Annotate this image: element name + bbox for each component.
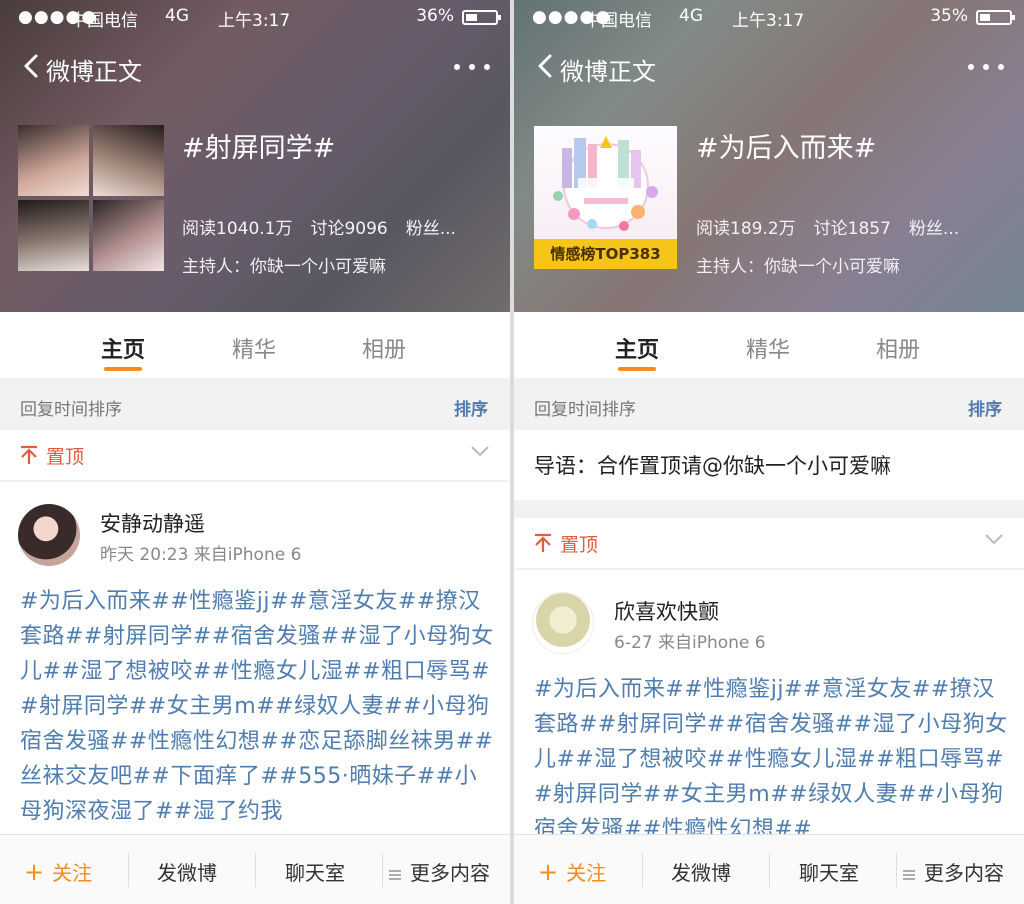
nav-title[interactable]: 微博正文 [46,52,142,87]
post-author[interactable]: 安静动静遥 [100,508,205,538]
status-bar: ●●●●● 中国电信 4G 上午3:17 36% [0,0,510,34]
clock: 上午3:17 [218,11,291,31]
back-icon[interactable] [18,52,46,80]
topic-header: ●●●●● 中国电信 4G 上午3:17 36% 微博正文 #射屏同学# 阅读1… [0,0,510,312]
tab-bar: 主页 精华 相册 [0,312,510,378]
topic-host[interactable]: 主持人：你缺一个小可爱嘛 [182,252,386,277]
guide-row: 导语：合作置顶请@你缺一个小可爱嘛 [514,430,1024,500]
sort-button[interactable]: 排序 [454,395,488,420]
topic-title: #为后入而来# [696,133,877,164]
fan-count: 粉丝... [908,219,960,239]
pinned-label: 置顶 [46,446,85,468]
chevron-down-icon[interactable] [470,444,490,458]
topic-cover-image: 情感榜TOP383 [534,126,677,269]
follow-button[interactable]: + 关注 [24,857,92,886]
post-meta: 6-27 来自iPhone 6 [614,633,766,653]
pinned-label: 置顶 [560,534,599,556]
tab-album[interactable]: 相册 [362,332,406,364]
active-tab-indicator [618,367,656,371]
more-options-icon[interactable] [454,64,490,72]
network-label: 4G [165,6,189,26]
read-count: 阅读1040.1万 [182,219,293,239]
pinned-header[interactable]: 置顶 [514,518,1024,568]
tab-home[interactable]: 主页 [615,332,659,364]
post-text[interactable]: #为后入而来##性瘾鉴jj##意淫女友##撩汉套路##射屏同学##宿舍发骚##湿… [20,584,494,829]
topic-host[interactable]: 主持人：你缺一个小可爱嘛 [696,252,900,277]
cover-photo [18,125,89,196]
nav-bar: 微博正文 [0,42,510,92]
follow-button[interactable]: + 关注 [538,857,606,886]
status-bar: ●●●●● 中国电信 4G 上午3:17 35% [514,0,1024,34]
topic-header: ●●●●● 中国电信 4G 上午3:17 35% 微博正文 情感榜TOP383 … [514,0,1024,312]
cover-photo [18,200,89,271]
battery-percent: 36% [416,6,454,26]
more-options-icon[interactable] [968,64,1004,72]
tab-featured[interactable]: 精华 [746,332,790,364]
bottom-toolbar: + 关注 发微博 聊天室 更多内容 [514,834,1024,904]
guide-text[interactable]: 导语：合作置顶请@你缺一个小可爱嘛 [534,450,891,480]
tab-bar: 主页 精华 相册 [514,312,1024,378]
post-author[interactable]: 欣喜欢快颤 [614,596,719,626]
menu-icon [903,869,915,880]
topic-stats: 阅读189.2万 讨论1857 粉丝... [696,214,977,239]
network-label: 4G [679,6,703,26]
pin-icon [21,445,37,464]
back-icon[interactable] [532,52,560,80]
chevron-down-icon[interactable] [984,532,1004,546]
sort-bar: 回复时间排序 排序 [514,380,1024,430]
sort-bar: 回复时间排序 排序 [0,380,510,430]
post-text[interactable]: #为后入而来##性瘾鉴jj##意淫女友##撩汉套路##射屏同学##宿舍发骚##湿… [534,672,1008,834]
topic-title: #射屏同学# [182,133,336,164]
active-tab-indicator [104,367,142,371]
battery-icon [462,10,501,25]
cover-photo [93,200,164,271]
sort-button[interactable]: 排序 [968,395,1002,420]
topic-stats: 阅读1040.1万 讨论9096 粉丝... [182,214,474,239]
tab-home[interactable]: 主页 [101,332,145,364]
more-content-button[interactable]: 更多内容 [388,857,490,886]
menu-icon [389,869,401,880]
discussion-count: 讨论1857 [813,219,891,239]
avatar[interactable] [532,592,594,654]
left-screenshot: ●●●●● 中国电信 4G 上午3:17 36% 微博正文 #射屏同学# 阅读1… [0,0,510,904]
chatroom-button[interactable]: 聊天室 [285,857,345,886]
pinned-post[interactable]: 安静动静遥 昨天 20:23 来自iPhone 6 #为后入而来##性瘾鉴jj#… [0,482,510,834]
battery-percent: 35% [930,6,968,26]
rank-badge: 情感榜TOP383 [534,239,677,269]
plus-icon: + [24,858,45,886]
right-screenshot: ●●●●● 中国电信 4G 上午3:17 35% 微博正文 情感榜TOP383 … [514,0,1024,904]
sort-label: 回复时间排序 [534,400,636,420]
fan-count: 粉丝... [405,219,456,239]
cover-photo [93,125,164,196]
carrier-label: 中国电信 [70,11,138,31]
discussion-count: 讨论9096 [310,219,388,239]
carrier-label: 中国电信 [584,11,652,31]
pinned-header[interactable]: 置顶 [0,430,510,480]
compose-button[interactable]: 发微博 [671,857,731,886]
nav-bar: 微博正文 [514,42,1024,92]
chatroom-button[interactable]: 聊天室 [799,857,859,886]
pin-icon [535,533,551,552]
compose-button[interactable]: 发微博 [157,857,217,886]
tab-featured[interactable]: 精华 [232,332,276,364]
avatar[interactable] [18,504,80,566]
more-content-button[interactable]: 更多内容 [902,857,1004,886]
clock: 上午3:17 [732,11,805,31]
tab-album[interactable]: 相册 [876,332,920,364]
plus-icon: + [538,858,559,886]
post-meta: 昨天 20:23 来自iPhone 6 [100,545,302,565]
battery-icon [976,10,1015,25]
read-count: 阅读189.2万 [696,219,796,239]
nav-title[interactable]: 微博正文 [560,52,656,87]
cover-illustration [534,126,677,239]
sort-label: 回复时间排序 [20,400,122,420]
pinned-post[interactable]: 欣喜欢快颤 6-27 来自iPhone 6 #为后入而来##性瘾鉴jj##意淫女… [514,570,1024,834]
city-illustration [553,136,658,231]
topic-cover-collage [18,125,164,271]
bottom-toolbar: + 关注 发微博 聊天室 更多内容 [0,834,510,904]
